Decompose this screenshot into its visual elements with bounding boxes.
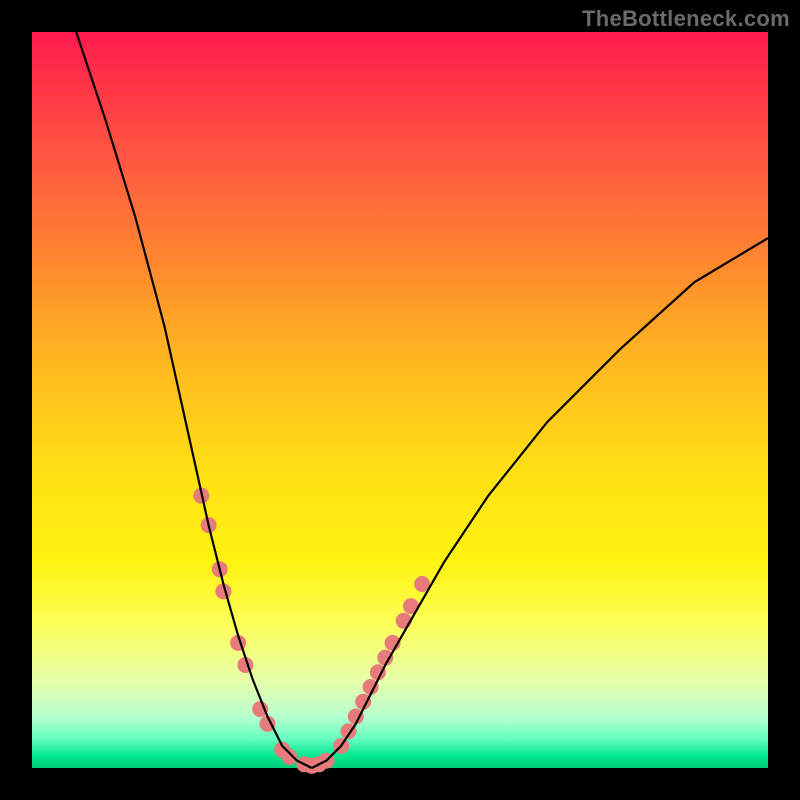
chart-frame: TheBottleneck.com xyxy=(0,0,800,800)
right-branch-curve xyxy=(312,238,768,768)
marker-dot xyxy=(282,749,298,765)
left-branch-curve xyxy=(76,32,312,768)
curve-svg xyxy=(32,32,768,768)
plot-area xyxy=(32,32,768,768)
marker-group xyxy=(193,488,430,774)
watermark-text: TheBottleneck.com xyxy=(582,6,790,32)
